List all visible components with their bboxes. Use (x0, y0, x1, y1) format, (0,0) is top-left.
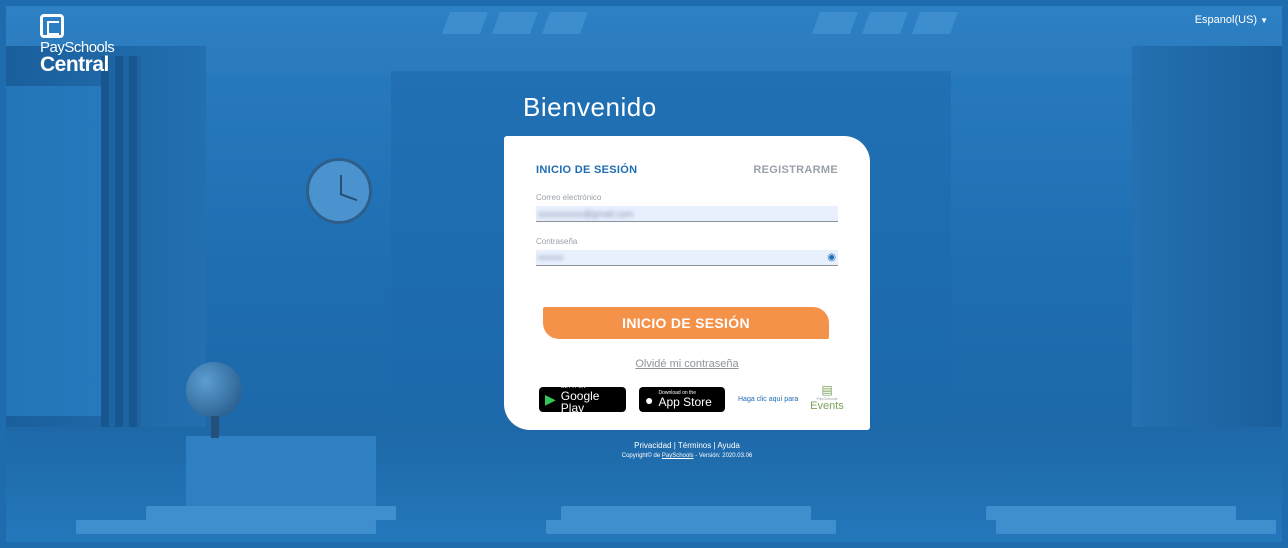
auth-tabs: INICIO DE SESIÓN REGISTRARME (536, 164, 838, 176)
events-link[interactable]: Haga clic aquí para (738, 396, 798, 403)
payschools-logo-icon (40, 14, 64, 38)
password-field[interactable]: •••••••• ◉ (536, 250, 838, 266)
ceiling-light (861, 12, 909, 34)
login-button[interactable]: INICIO DE SESIÓN (543, 307, 829, 339)
copyright-version: - Versión: 2020.03.06 (695, 453, 753, 459)
ceiling-light (911, 12, 959, 34)
ceiling-light (491, 12, 539, 34)
apple-icon: ● (645, 391, 654, 408)
help-link[interactable]: Ayuda (717, 441, 740, 450)
logo-bottom-text: Central (40, 53, 109, 76)
footer-separator: | (673, 441, 676, 450)
login-card: INICIO DE SESIÓN REGISTRARME Correo elec… (504, 136, 870, 430)
google-play-badge[interactable]: ▶ GET IT ON Google Play (539, 385, 626, 415)
globe (186, 362, 242, 418)
desk (546, 520, 836, 534)
footer-links: Privacidad | Términos | Ayuda (504, 441, 870, 450)
events-logo[interactable]: ▤ PaySchools Events (807, 384, 847, 412)
email-label: Correo electrónico (536, 193, 602, 202)
desk (986, 506, 1236, 520)
welcome-heading: Bienvenido (523, 92, 657, 122)
desk (76, 520, 376, 534)
events-icon: ▤ (821, 383, 833, 397)
ceiling-light (441, 12, 489, 34)
email-value: xxxxxxxxxx@gmail.com (538, 208, 634, 219)
app-store-big: App Store (658, 395, 712, 409)
tab-register[interactable]: REGISTRARME (753, 164, 838, 176)
wall-clock (306, 158, 372, 224)
ceiling-light (811, 12, 859, 34)
caret-down-icon: ▼ (1260, 16, 1268, 25)
copyright-company-link[interactable]: PaySchools (662, 453, 694, 459)
password-label: Contraseña (536, 237, 578, 246)
app-store-badge[interactable]: ● Download on the App Store (639, 387, 725, 412)
events-big: Events (810, 400, 844, 412)
eye-icon[interactable]: ◉ (827, 252, 836, 263)
desk (146, 506, 396, 520)
window (6, 86, 101, 416)
password-value: •••••••• (538, 252, 564, 263)
password-field-group: Contraseña •••••••• ◉ (536, 237, 838, 266)
email-field[interactable]: xxxxxxxxxx@gmail.com (536, 206, 838, 222)
forgot-password-link[interactable]: Olvidé mi contraseña (504, 358, 870, 370)
footer: Privacidad | Términos | Ayuda Copyright©… (504, 441, 870, 459)
language-label: Espanol(US) (1194, 14, 1258, 26)
copyright-prefix: Copyright© de (621, 453, 661, 459)
desk (561, 506, 811, 520)
tab-login[interactable]: INICIO DE SESIÓN (536, 164, 637, 176)
payschools-central-logo[interactable]: PaySchools Central (40, 14, 115, 76)
google-play-icon: ▶ (545, 391, 556, 407)
email-field-group: Correo electrónico xxxxxxxxxx@gmail.com (536, 193, 838, 222)
language-selector[interactable]: Espanol(US) ▼ (1195, 14, 1268, 26)
globe-stand (211, 416, 219, 438)
google-play-big: Google Play (560, 389, 600, 415)
terms-link[interactable]: Términos (678, 441, 711, 450)
desk (996, 520, 1276, 534)
privacy-link[interactable]: Privacidad (634, 441, 671, 450)
copyright: Copyright© de PaySchools - Versión: 2020… (504, 453, 870, 459)
footer-separator: | (713, 441, 716, 450)
ceiling-light (541, 12, 589, 34)
